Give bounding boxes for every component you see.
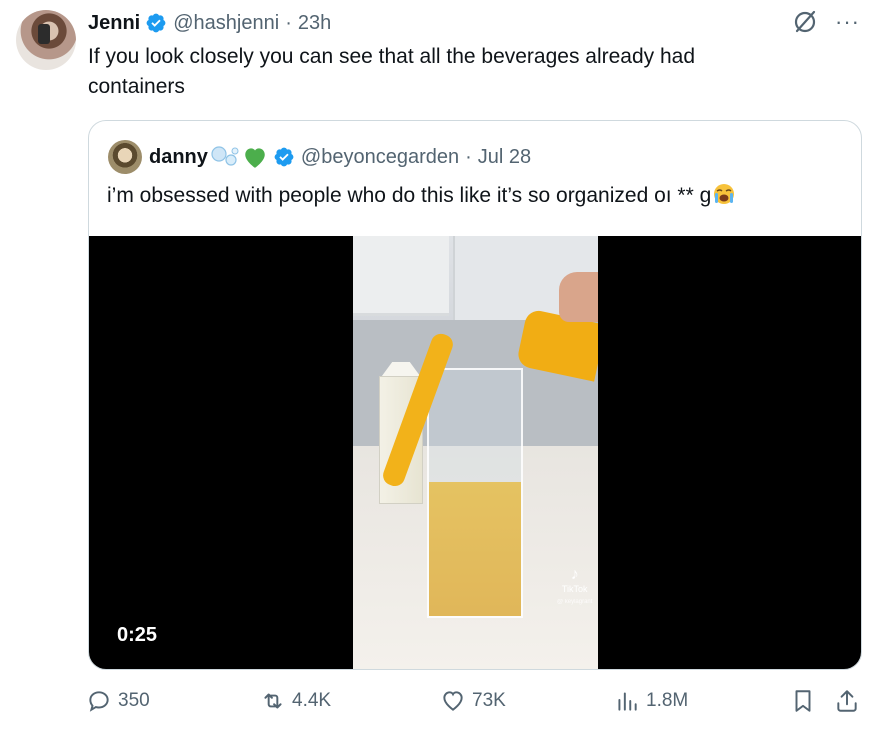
separator: · bbox=[285, 11, 292, 34]
repost-count: 4.4K bbox=[292, 690, 332, 711]
video-frame: ♪ TikTok @ keylagrant bbox=[353, 236, 598, 669]
tiktok-watermark: ♪ TikTok @ keylagrant bbox=[557, 566, 592, 608]
reply-button[interactable]: 350 bbox=[86, 688, 150, 714]
action-bar: 350 4.4K 73K 1.8M bbox=[86, 688, 862, 720]
tiktok-icon: ♪ bbox=[570, 566, 579, 583]
tweet-text: If you look closely you can see that all… bbox=[88, 45, 696, 98]
quote-tweet[interactable]: danny @beyoncegarden · Jul 28 i’m obsess… bbox=[88, 120, 862, 670]
bookmark-button[interactable] bbox=[790, 688, 816, 714]
quote-date[interactable]: Jul 28 bbox=[478, 146, 531, 169]
reply-count: 350 bbox=[118, 690, 150, 711]
author-avatar[interactable] bbox=[16, 10, 76, 70]
views-button[interactable]: 1.8M bbox=[614, 688, 688, 714]
tiktok-user: @ keylagrant bbox=[557, 599, 593, 605]
verified-badge-icon bbox=[146, 13, 166, 33]
share-button[interactable] bbox=[834, 688, 860, 714]
grok-icon[interactable] bbox=[791, 8, 819, 36]
heart-icon bbox=[443, 691, 463, 711]
video-duration: 0:25 bbox=[117, 624, 158, 646]
quote-author-name[interactable]: danny bbox=[149, 146, 208, 169]
like-button[interactable]: 73K bbox=[440, 688, 506, 714]
crying-face-emoji-icon bbox=[714, 184, 735, 204]
like-count: 73K bbox=[472, 690, 506, 711]
reply-icon bbox=[89, 691, 109, 712]
bookmark-icon bbox=[795, 690, 811, 712]
repost-button[interactable]: 4.4K bbox=[260, 688, 331, 714]
quote-verified-badge-icon bbox=[274, 147, 294, 167]
author-name[interactable]: Jenni bbox=[88, 12, 140, 35]
quote-separator: · bbox=[465, 145, 472, 168]
top-right-controls: ··· bbox=[791, 8, 860, 36]
share-icon bbox=[837, 690, 857, 712]
repost-icon bbox=[264, 693, 282, 709]
tweet-time[interactable]: 23h bbox=[298, 12, 331, 35]
clear-carton bbox=[427, 368, 523, 618]
video-player[interactable]: ♪ TikTok @ keylagrant 0:25 bbox=[89, 236, 861, 669]
tweet-header: Jenni @hashjenni · 23h bbox=[88, 10, 331, 36]
quote-text-content: i’m obsessed with people who do this lik… bbox=[107, 184, 712, 207]
author-handle[interactable]: @hashjenni bbox=[173, 12, 279, 35]
tiktok-label: TikTok bbox=[561, 584, 588, 594]
quote-author-handle[interactable]: @beyoncegarden bbox=[301, 146, 459, 169]
bubbles-emoji-icon bbox=[211, 146, 239, 166]
more-options-icon[interactable]: ··· bbox=[835, 11, 860, 33]
quote-header: danny @beyoncegarden · Jul 28 bbox=[149, 143, 531, 171]
green-heart-icon bbox=[245, 148, 265, 168]
quote-author-avatar[interactable] bbox=[108, 140, 142, 174]
views-chart-icon bbox=[618, 692, 637, 711]
quote-text: i’m obsessed with people who do this lik… bbox=[107, 181, 737, 211]
views-count: 1.8M bbox=[646, 690, 689, 711]
